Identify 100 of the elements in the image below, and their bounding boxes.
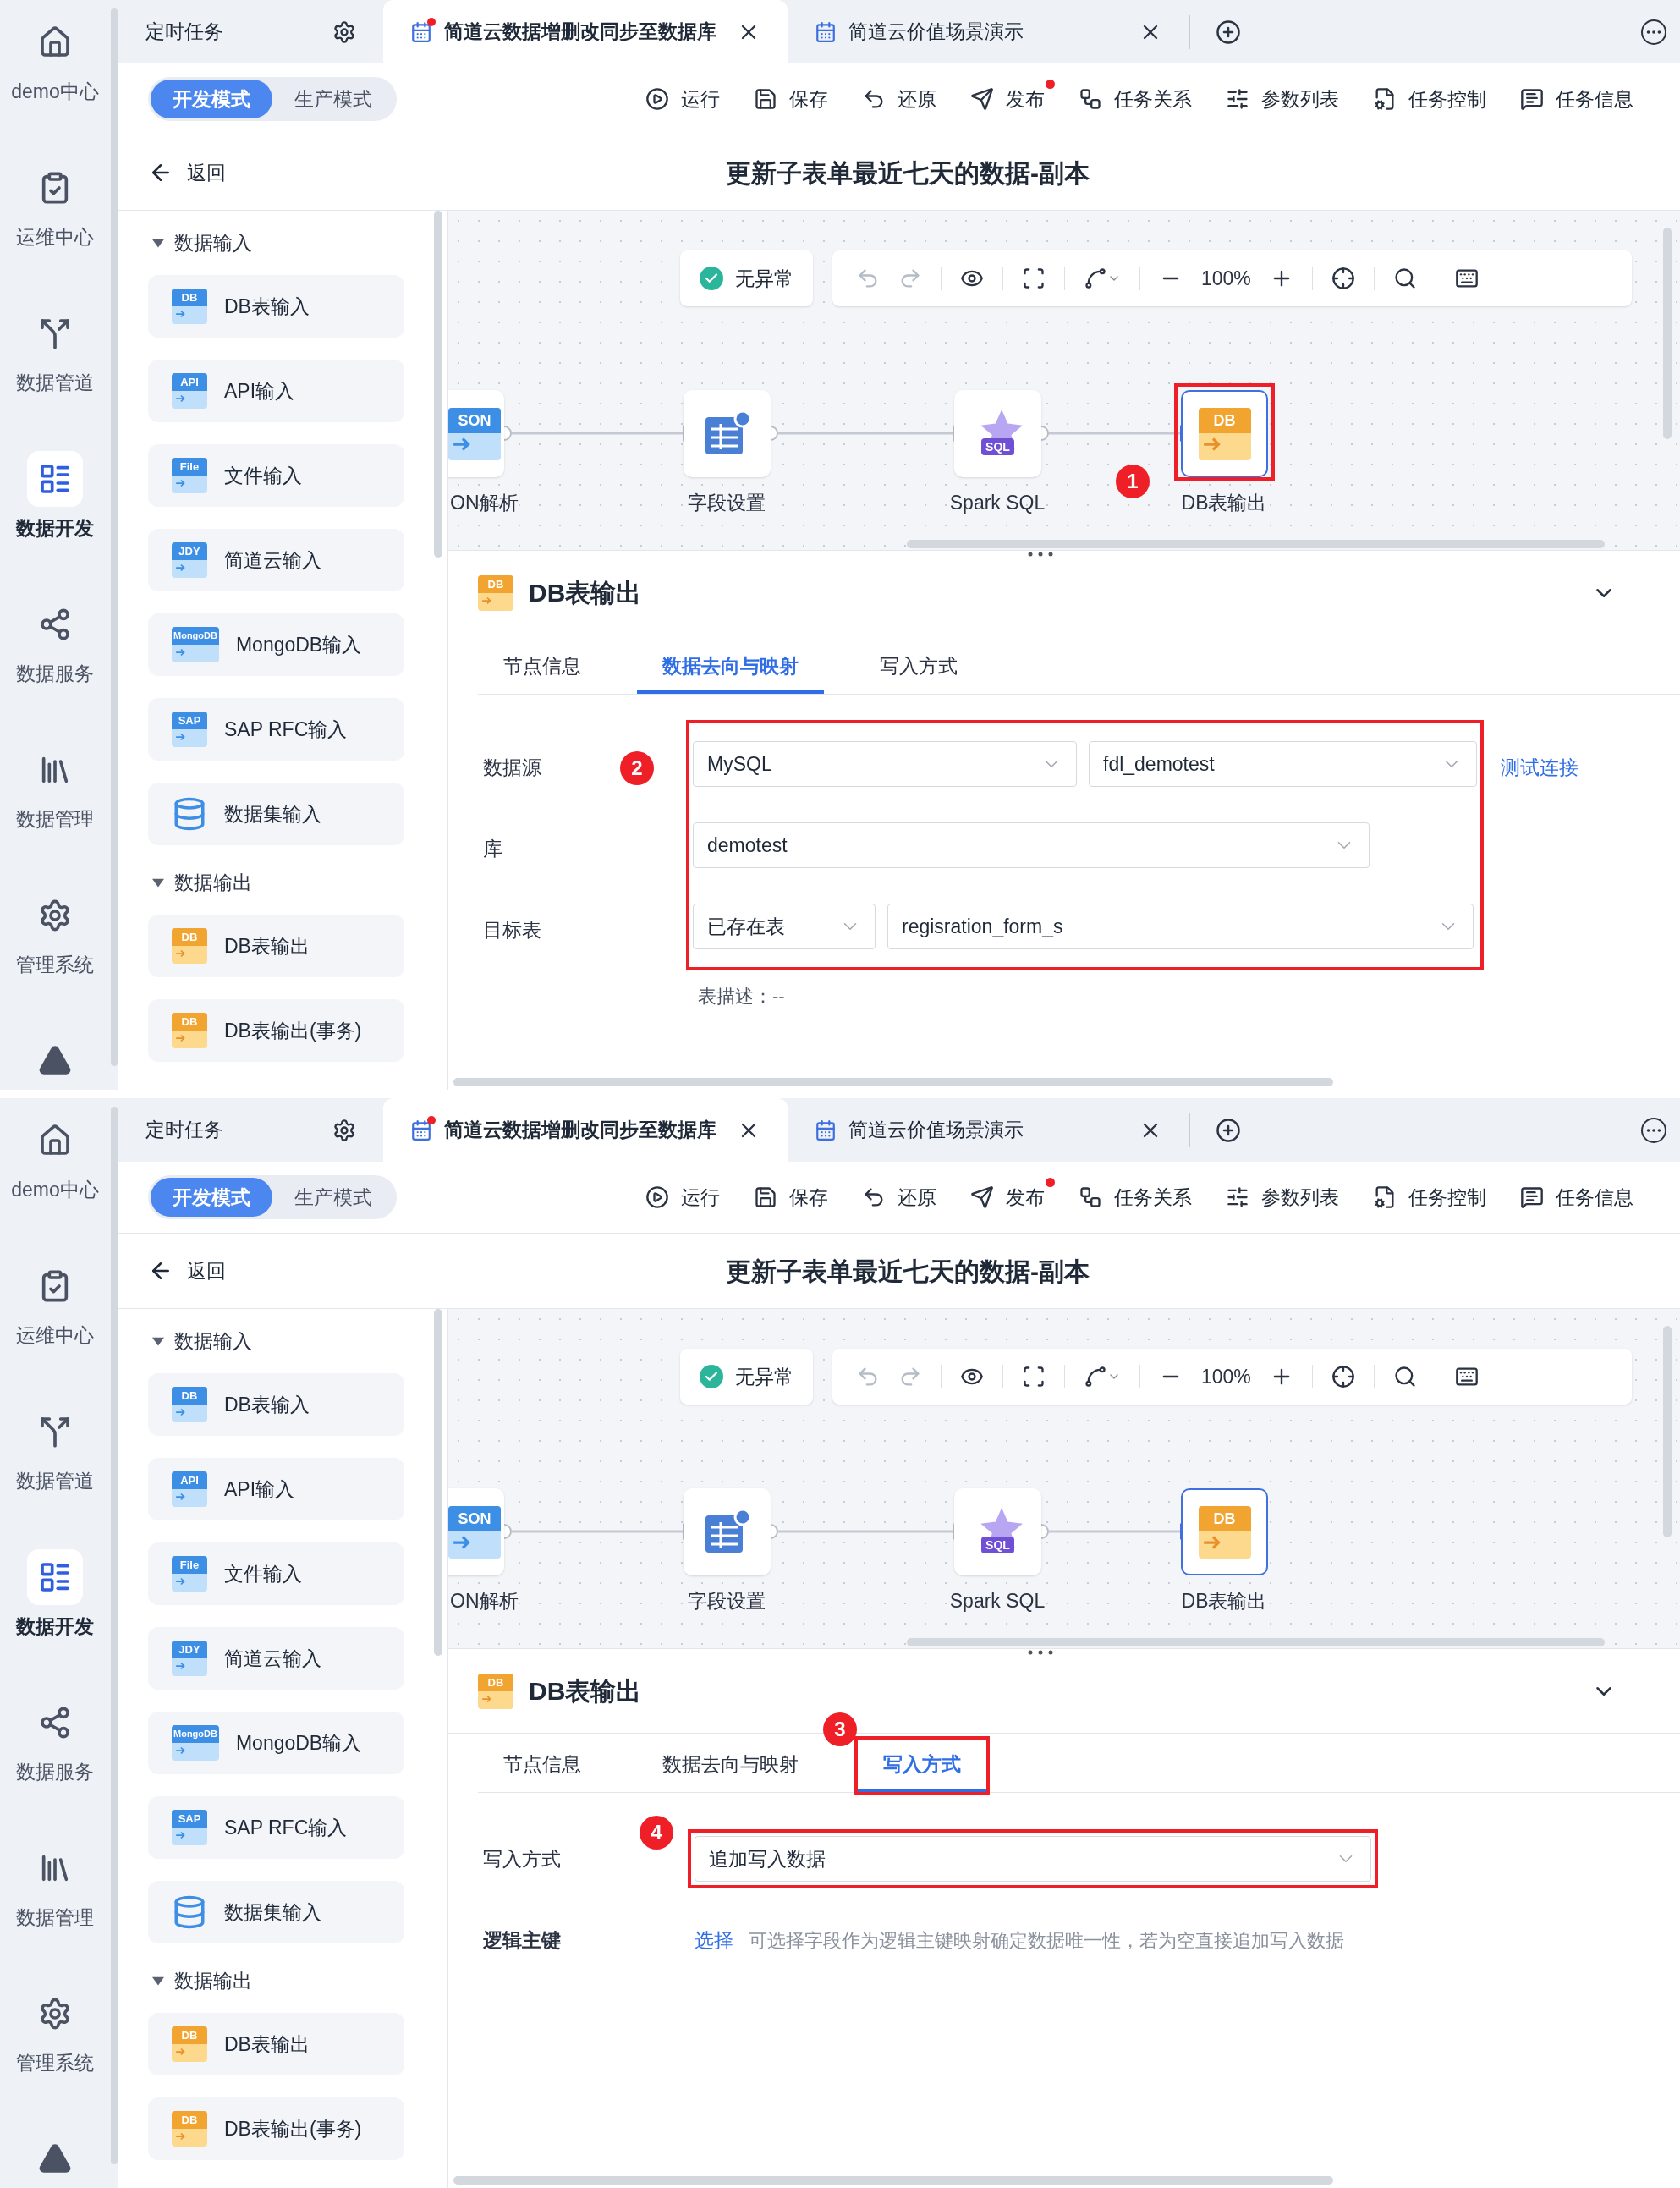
locate-icon[interactable] <box>1331 267 1355 290</box>
select-field[interactable]: fdl_demotest <box>1089 741 1477 787</box>
nav-item[interactable]: 数据管理 <box>16 1840 94 1986</box>
settings-icon[interactable] <box>332 19 356 44</box>
fit-view-icon[interactable] <box>1022 267 1046 290</box>
more-icon[interactable] <box>1641 1117 1666 1143</box>
select-field[interactable]: MySQL <box>693 741 1077 787</box>
nav-item[interactable]: 数据管道 <box>16 1404 94 1549</box>
palette-item[interactable]: JDY 简道云输入 <box>148 1627 404 1690</box>
arrow-icon <box>175 394 187 403</box>
palette-item[interactable]: File 文件输入 <box>148 1542 404 1605</box>
task-tab[interactable]: 定时任务 <box>118 0 383 63</box>
mode-option[interactable]: 生产模式 <box>272 80 394 118</box>
mode-option[interactable]: 生产模式 <box>272 1178 394 1217</box>
panel-title: DB表输出 <box>529 578 642 608</box>
toolbar-button[interactable]: 任务关系 <box>1079 1175 1202 1219</box>
palette-item[interactable]: DB DB表输出 <box>148 915 404 977</box>
flow-node[interactable]: SQL <box>954 390 1041 477</box>
task-tab[interactable]: 定时任务 <box>118 1098 383 1162</box>
triangle-logo-icon[interactable] <box>38 2141 72 2175</box>
nav-item[interactable]: 数据开发 <box>16 1549 94 1695</box>
nav-item[interactable]: 数据管道 <box>16 305 94 451</box>
nav-item[interactable]: 管理系统 <box>16 888 94 1033</box>
select-field[interactable]: regisration_form_s <box>887 904 1474 949</box>
panel-tab[interactable]: 写入方式 <box>858 1740 986 1792</box>
palette-item[interactable]: 数据集输入 <box>148 783 404 845</box>
panel-tab[interactable]: 数据去向与映射 <box>637 641 824 694</box>
nav-item[interactable]: 管理系统 <box>16 1986 94 2131</box>
nav-item[interactable]: 数据服务 <box>16 596 94 742</box>
toolbar-button[interactable]: 发布 <box>970 77 1055 121</box>
palette-item[interactable]: SAP SAP RFC输入 <box>148 1796 404 1859</box>
triangle-logo-icon[interactable] <box>38 1043 72 1077</box>
test-connection-link[interactable]: 测试连接 <box>1501 752 1578 783</box>
toolbar-button[interactable]: 运行 <box>645 1175 730 1219</box>
back-button[interactable]: 返回 <box>148 157 226 188</box>
palette-group-header[interactable]: 数据输出 <box>118 867 447 898</box>
palette-item[interactable]: DB DB表输出(事务) <box>148 2097 404 2160</box>
palette-item[interactable]: DB DB表输入 <box>148 275 404 338</box>
palette-item[interactable]: JDY 简道云输入 <box>148 529 404 591</box>
palette-group-header[interactable]: 数据输入 <box>118 1326 447 1356</box>
palette-item[interactable]: MongoDB MongoDB输入 <box>148 613 404 676</box>
toolbar-button[interactable]: 任务关系 <box>1079 77 1202 121</box>
toolbar-button[interactable]: 保存 <box>754 77 838 121</box>
toolbar-button[interactable]: 发布 <box>970 1175 1055 1219</box>
nav-item[interactable]: 数据开发 <box>16 451 94 596</box>
drag-handle-icon[interactable] <box>1028 551 1053 558</box>
nav-item[interactable]: 运维中心 <box>16 1258 94 1404</box>
nav-item[interactable]: 数据管理 <box>16 742 94 888</box>
toolbar-button[interactable]: 还原 <box>862 77 947 121</box>
settings-icon[interactable] <box>332 1118 356 1142</box>
nav-item[interactable]: demo中心 <box>11 1113 99 1258</box>
flow-node[interactable]: SQL <box>954 1488 1041 1575</box>
palette-item[interactable]: DB DB表输出 <box>148 2013 404 2075</box>
flow-node[interactable] <box>684 1488 771 1575</box>
search-icon[interactable] <box>1392 267 1417 290</box>
add-tab-icon[interactable] <box>1216 1117 1241 1143</box>
task-tab[interactable]: 简道云价值场景演示 <box>788 0 1189 63</box>
toolbar-button[interactable]: 参数列表 <box>1226 1175 1349 1219</box>
flow-node[interactable] <box>684 390 771 477</box>
nav-item[interactable]: 数据服务 <box>16 1695 94 1840</box>
locate-icon[interactable] <box>1331 1365 1355 1388</box>
search-icon[interactable] <box>1392 1365 1417 1388</box>
panel-tab[interactable]: 数据去向与映射 <box>637 1740 824 1792</box>
toolbar-button[interactable]: 任务信息 <box>1520 77 1644 121</box>
drag-handle-icon[interactable] <box>1028 1649 1053 1656</box>
panel-tab[interactable]: 节点信息 <box>478 1740 607 1792</box>
select-field[interactable]: 已存在表 <box>693 904 876 949</box>
palette-item[interactable]: DB DB表输入 <box>148 1373 404 1436</box>
panel-tab[interactable]: 写入方式 <box>854 641 983 694</box>
palette-group-header[interactable]: 数据输入 <box>118 228 447 258</box>
icon-label: DB <box>172 1387 207 1405</box>
toolbar-button[interactable]: 保存 <box>754 1175 838 1219</box>
palette-group-header[interactable]: 数据输出 <box>118 1965 447 1996</box>
task-tab[interactable]: 简道云数据增删改同步至数据库 <box>383 1098 788 1162</box>
toolbar-button[interactable]: 任务控制 <box>1373 77 1496 121</box>
toolbar-button[interactable]: 运行 <box>645 77 730 121</box>
toolbar-button[interactable]: 参数列表 <box>1226 77 1349 121</box>
add-tab-icon[interactable] <box>1216 19 1241 45</box>
select-field[interactable]: 追加写入数据 <box>695 1836 1371 1882</box>
back-button[interactable]: 返回 <box>148 1256 226 1286</box>
select-link[interactable]: 选择 <box>695 1925 733 1955</box>
more-icon[interactable] <box>1641 19 1666 45</box>
palette-item[interactable]: File 文件输入 <box>148 444 404 507</box>
toolbar-button[interactable]: 任务控制 <box>1373 1175 1496 1219</box>
palette-item[interactable]: API API输入 <box>148 360 404 422</box>
palette-item[interactable]: MongoDB MongoDB输入 <box>148 1712 404 1774</box>
task-tab[interactable]: 简道云价值场景演示 <box>788 1098 1189 1162</box>
palette-item[interactable]: SAP SAP RFC输入 <box>148 698 404 761</box>
fit-view-icon[interactable] <box>1022 1365 1046 1388</box>
palette-item[interactable]: DB DB表输出(事务) <box>148 999 404 1062</box>
select-field[interactable]: demotest <box>693 822 1370 868</box>
icon-label: SQL <box>981 1536 1014 1553</box>
task-tab[interactable]: 简道云数据增删改同步至数据库 <box>383 0 788 63</box>
nav-item[interactable]: 运维中心 <box>16 160 94 305</box>
palette-item[interactable]: API API输入 <box>148 1458 404 1520</box>
toolbar-button[interactable]: 还原 <box>862 1175 947 1219</box>
nav-item[interactable]: demo中心 <box>11 14 99 160</box>
toolbar-button[interactable]: 任务信息 <box>1520 1175 1644 1219</box>
palette-item[interactable]: 数据集输入 <box>148 1881 404 1943</box>
panel-tab[interactable]: 节点信息 <box>478 641 607 694</box>
